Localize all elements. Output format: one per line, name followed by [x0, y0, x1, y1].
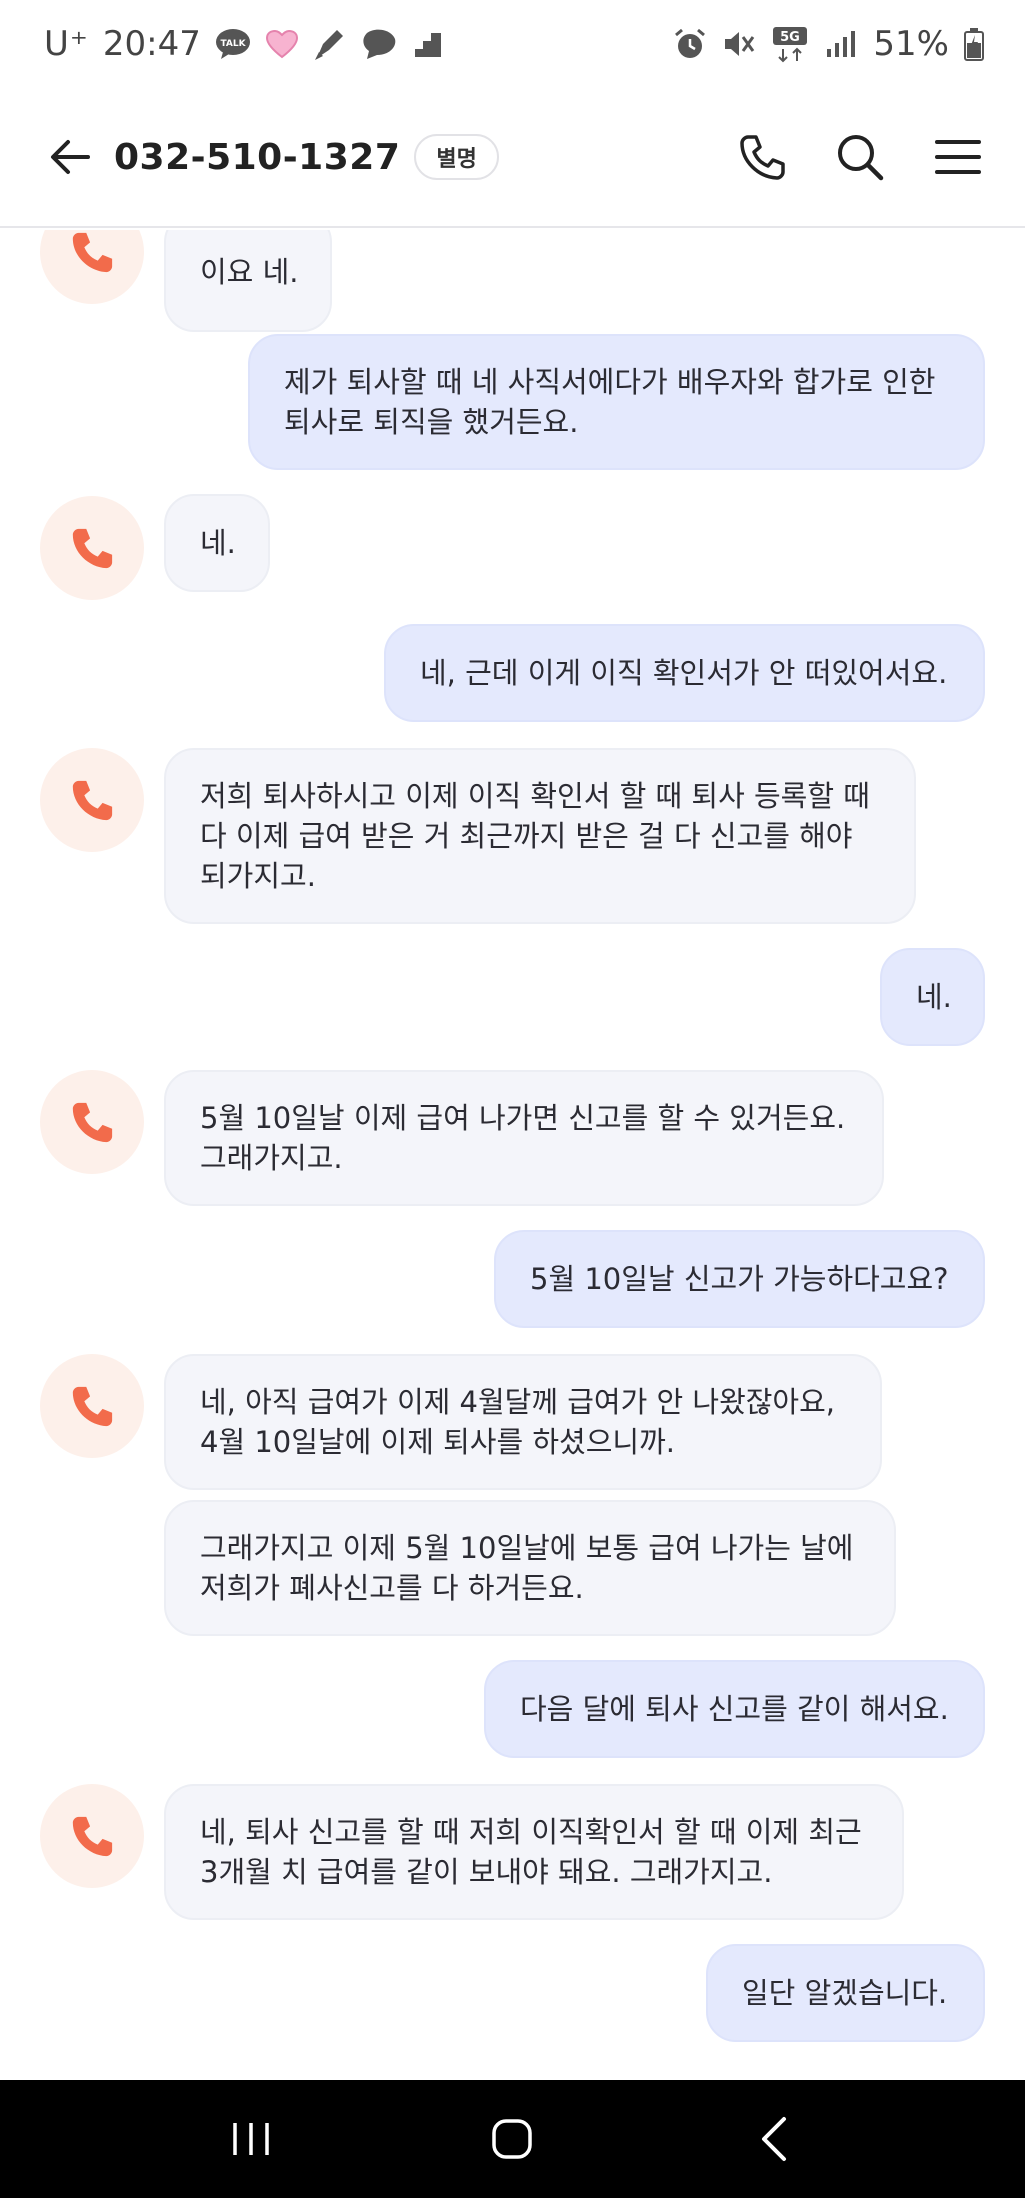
status-right: 5G 51%: [673, 24, 985, 64]
outgoing-message[interactable]: 네, 근데 이게 이직 확인서가 안 떠있어서요.: [384, 624, 985, 722]
incoming-message[interactable]: 이요 네.: [164, 230, 332, 332]
screen: U⁺ 20:47 TALK 5G 51% 032-510-1327 별명 이요 …: [0, 0, 1025, 2198]
message-text-line: 5월 10일날 이제 급여 나가면 신고를 할 수 있거든요.: [200, 1101, 846, 1135]
status-bar: U⁺ 20:47 TALK 5G 51%: [0, 0, 1025, 88]
battery-percent: 51%: [873, 24, 949, 64]
incoming-message[interactable]: 네.: [164, 494, 270, 592]
incoming-message[interactable]: 저희 퇴사하시고 이제 이직 확인서 할 때 퇴사 등록할 때다 이제 급여 받…: [164, 748, 916, 924]
message-text-line: 4월 10일날에 이제 퇴사를 하셨으니까.: [200, 1425, 675, 1459]
phone-icon: [72, 780, 113, 821]
phone-icon: [740, 135, 785, 180]
outgoing-message[interactable]: 네.: [880, 948, 985, 1046]
message-text-line: 제가 퇴사할 때 네 사직서에다가 배우자와 합가로 인한: [284, 365, 936, 399]
caller-avatar: [40, 230, 144, 304]
outgoing-message[interactable]: 5월 10일날 신고가 가능하다고요?: [494, 1230, 985, 1328]
carrier-label: U⁺: [44, 24, 89, 64]
recent-apps-icon: [233, 2123, 269, 2155]
message-text-line: 다음 달에 퇴사 신고를 같이 해서요.: [520, 1692, 949, 1726]
message-text-line: 그래가지고 이제 5월 10일날에 보통 급여 나가는 날에: [200, 1531, 854, 1565]
phone-icon: [72, 528, 113, 569]
heart-icon: [265, 29, 299, 59]
incoming-message[interactable]: 네, 퇴사 신고를 할 때 저희 이직확인서 할 때 이제 최근 3개월 치 급여…: [164, 1784, 904, 1920]
clock: 20:47: [102, 24, 201, 64]
message-text-line: 네.: [916, 980, 952, 1014]
outgoing-message[interactable]: 제가 퇴사할 때 네 사직서에다가 배우자와 합가로 인한퇴사로 퇴직을 했거든…: [248, 334, 985, 470]
incoming-message[interactable]: 5월 10일날 이제 급여 나가면 신고를 할 수 있거든요. 그래가지고.: [164, 1070, 884, 1206]
phone-icon: [72, 1816, 113, 1857]
message-text-line: 저희가 폐사신고를 다 하거든요.: [200, 1571, 584, 1605]
incoming-message[interactable]: 그래가지고 이제 5월 10일날에 보통 급여 나가는 날에저희가 폐사신고를 …: [164, 1500, 896, 1636]
back-button[interactable]: [46, 133, 94, 181]
chat-leaf-icon: [361, 27, 399, 61]
arrow-left-icon: [51, 140, 90, 174]
phone-icon: [72, 232, 113, 273]
search-button[interactable]: [833, 130, 887, 184]
message-text-line: 저희 퇴사하시고 이제 이직 확인서 할 때 퇴사 등록할 때: [200, 779, 870, 813]
back-icon: [762, 2117, 787, 2161]
message-text-line: 네, 퇴사 신고를 할 때 저희 이직확인서 할 때 이제 최근: [200, 1815, 862, 1849]
message-text-line: 네, 아직 급여가 이제 4월달께 급여가 안 나왔잖아요,: [200, 1385, 836, 1419]
phone-icon: [72, 1102, 113, 1143]
alias-button[interactable]: 별명: [414, 134, 499, 180]
message-text-line: 네.: [200, 526, 236, 560]
caller-avatar: [40, 1070, 144, 1174]
outgoing-message[interactable]: 일단 알겠습니다.: [706, 1944, 985, 2042]
message-text-line: 그래가지고.: [200, 1141, 343, 1175]
call-button[interactable]: [735, 130, 789, 184]
message-text-line: 3개월 치 급여를 같이 보내야 돼요. 그래가지고.: [200, 1855, 773, 1889]
message-text-line: 되가지고.: [200, 859, 316, 893]
message-text-line: 이요 네.: [200, 255, 299, 289]
caller-avatar: [40, 1784, 144, 1888]
svg-text:TALK: TALK: [220, 39, 246, 49]
signal-icon: [825, 29, 859, 59]
message-text-line: 일단 알겠습니다.: [742, 1976, 948, 2010]
pen-icon: [313, 26, 347, 62]
message-text-line: 네, 근데 이게 이직 확인서가 안 떠있어서요.: [420, 656, 948, 690]
app-bar: 032-510-1327 별명: [0, 88, 1025, 228]
caller-avatar: [40, 1354, 144, 1458]
incoming-message[interactable]: 네, 아직 급여가 이제 4월달께 급여가 안 나왔잖아요, 4월 10일날에 이…: [164, 1354, 882, 1490]
message-text-line: 다 이제 급여 받은 거 최근까지 받은 걸 다 신고를 해야: [200, 819, 853, 853]
caller-avatar: [40, 748, 144, 852]
system-nav-bar: [0, 2080, 1025, 2198]
talk-icon: TALK: [215, 28, 251, 60]
svg-text:5G: 5G: [781, 30, 801, 45]
caller-avatar: [40, 496, 144, 600]
menu-button[interactable]: [931, 130, 985, 184]
search-icon: [838, 135, 884, 181]
message-text-line: 5월 10일날 신고가 가능하다고요?: [530, 1262, 949, 1296]
status-left: U⁺ 20:47 TALK: [44, 24, 443, 64]
5g-icon: 5G: [771, 25, 811, 63]
nav-back-button[interactable]: [734, 2099, 814, 2179]
chat-transcript[interactable]: 이요 네. 제가 퇴사할 때 네 사직서에다가 배우자와 합가로 인한퇴사로 퇴직…: [0, 230, 1025, 2080]
phone-icon: [72, 1386, 113, 1427]
home-button[interactable]: [472, 2099, 552, 2179]
home-icon: [492, 2119, 533, 2159]
outgoing-message[interactable]: 다음 달에 퇴사 신고를 같이 해서요.: [484, 1660, 985, 1758]
header-actions: [735, 130, 985, 184]
phone-number-title: 032-510-1327: [114, 136, 401, 178]
menu-icon: [935, 140, 981, 174]
alarm-icon: [673, 27, 707, 61]
mute-icon: [721, 27, 757, 61]
battery-icon: [963, 27, 985, 61]
message-text-line: 퇴사로 퇴직을 했거든요.: [284, 405, 579, 439]
recent-apps-button[interactable]: [211, 2099, 291, 2179]
stairs-icon: [413, 29, 443, 59]
